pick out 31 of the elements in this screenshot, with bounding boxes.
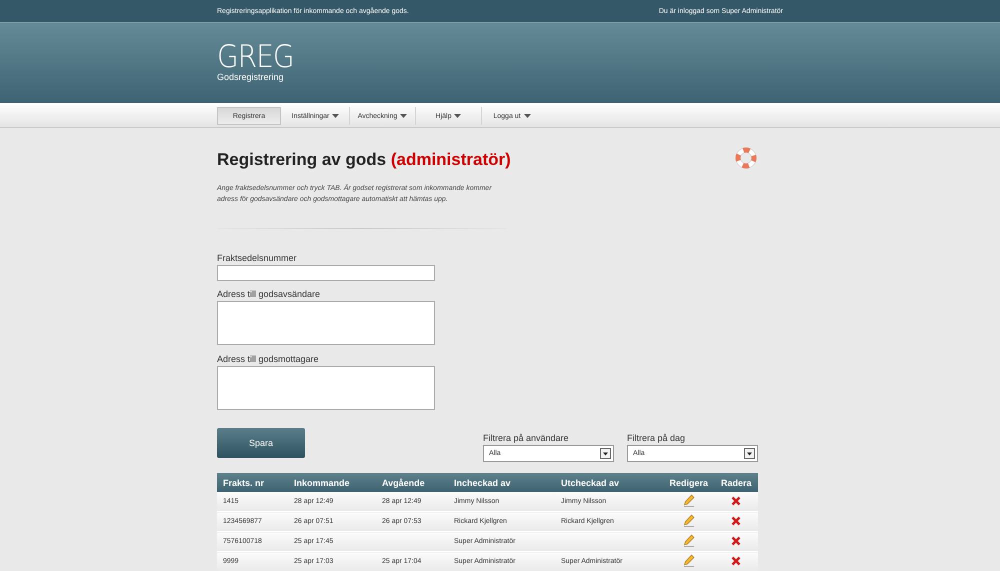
caret-icon <box>454 114 462 118</box>
pencil-icon[interactable] <box>682 534 695 547</box>
caret-icon <box>332 114 340 118</box>
pencil-icon[interactable] <box>682 494 695 507</box>
delete-icon[interactable] <box>731 496 742 506</box>
lifebuoy-icon[interactable] <box>735 147 757 169</box>
save-button[interactable]: Spara <box>217 428 305 458</box>
column-header: Frakts. nr <box>217 473 288 492</box>
caret-icon <box>524 114 531 118</box>
field-label: Fraktsedelsnummer <box>217 253 298 263</box>
caret-icon <box>400 114 408 118</box>
logo[interactable]: GREG Godsregistrering <box>217 23 302 82</box>
page-title: Registrering av gods (administratör) <box>217 150 511 170</box>
field-label: Adress till godsavsändare <box>217 289 322 299</box>
column-header: Inkommande <box>288 473 376 492</box>
column-header: Radera <box>714 473 758 492</box>
textarea-field[interactable] <box>217 366 435 410</box>
column-header: Avgående <box>376 473 448 492</box>
delete-icon[interactable] <box>731 516 742 526</box>
delete-icon[interactable] <box>731 556 742 566</box>
filter-label: Filtrera på användare <box>483 433 570 443</box>
pencil-icon[interactable] <box>682 514 695 527</box>
filter-label: Filtrera på dag <box>627 433 686 443</box>
delete-icon[interactable] <box>731 536 742 546</box>
column-header: Redigera <box>663 473 715 492</box>
column-header: Incheckad av <box>448 473 555 492</box>
textarea-field[interactable] <box>217 301 435 345</box>
field-label: Adress till godsmottagare <box>217 354 320 364</box>
input-field[interactable] <box>217 265 435 281</box>
column-header: Utcheckad av <box>555 473 663 492</box>
pencil-icon[interactable] <box>682 554 695 567</box>
